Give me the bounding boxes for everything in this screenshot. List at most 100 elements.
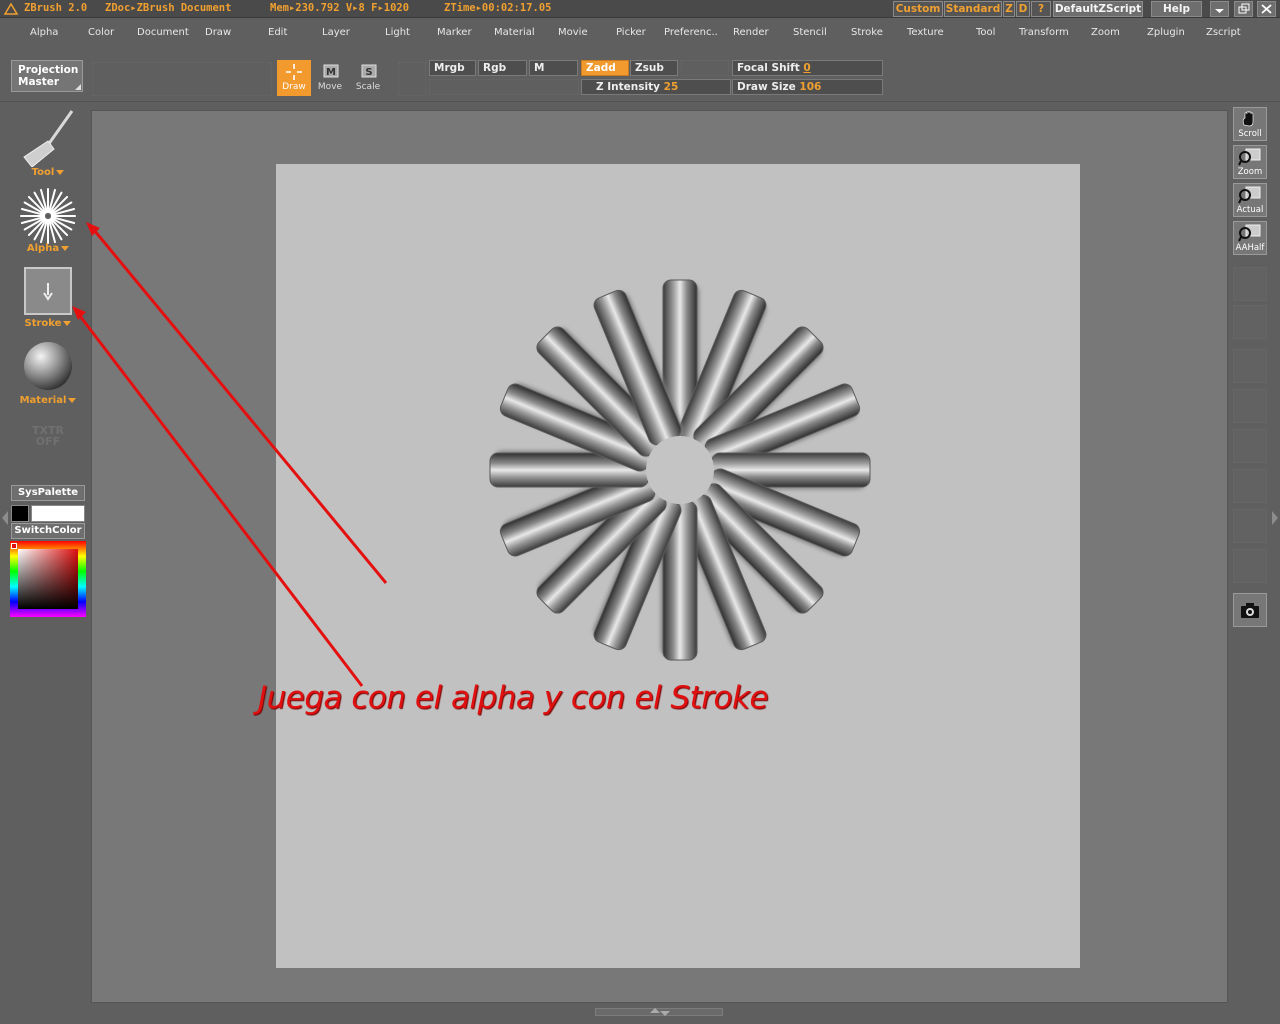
scroll-button[interactable]: Scroll xyxy=(1233,107,1267,141)
menu-item-movie[interactable]: Movie xyxy=(558,27,588,38)
disabled-slot xyxy=(1233,349,1267,383)
focal-shift-label: Focal Shift xyxy=(737,62,800,74)
bottom-tray-handle[interactable] xyxy=(595,1008,723,1016)
menu-item-render[interactable]: Render xyxy=(733,27,769,38)
menu-item-zscript[interactable]: Zscript xyxy=(1206,27,1241,38)
aahalf-button[interactable]: AAHalf xyxy=(1233,221,1267,255)
restore-button[interactable] xyxy=(1234,1,1253,17)
mrgb-button[interactable]: Mrgb xyxy=(429,60,476,76)
syspalette-button[interactable]: SysPalette xyxy=(11,485,85,501)
texture-off-slot[interactable]: TXTR OFF xyxy=(18,425,78,453)
color-picker-marker-icon[interactable] xyxy=(11,543,17,549)
move-button[interactable]: M Move xyxy=(313,60,347,96)
disabled-zcut-slot xyxy=(681,60,729,76)
zsub-button[interactable]: Zsub xyxy=(630,60,678,76)
help-question-button[interactable]: ? xyxy=(1031,1,1051,17)
actual-button[interactable]: Actual xyxy=(1233,183,1267,217)
color-picker[interactable] xyxy=(10,541,86,617)
d-button[interactable]: D xyxy=(1016,1,1030,17)
menu-item-stencil[interactable]: Stencil xyxy=(793,27,827,38)
snapshot-button[interactable] xyxy=(1233,593,1267,627)
draw-button[interactable]: Draw xyxy=(277,60,311,96)
secondary-color-swatch[interactable] xyxy=(31,505,85,522)
scale-button[interactable]: S Scale xyxy=(351,60,385,96)
draw-size-label: Draw Size xyxy=(737,81,796,93)
menu-item-layer[interactable]: Layer xyxy=(322,27,350,38)
projection-master-button[interactable]: Projection Master xyxy=(11,60,83,92)
scale-icon: S xyxy=(361,64,377,78)
menu-item-tool[interactable]: Tool xyxy=(976,27,995,38)
draw-size-slider[interactable]: Draw Size 106 xyxy=(732,79,883,95)
zoom-icon xyxy=(1238,148,1261,166)
collapse-left-arrow-icon[interactable] xyxy=(0,503,9,533)
menu-item-edit[interactable]: Edit xyxy=(268,27,287,38)
document-canvas[interactable] xyxy=(276,164,1080,968)
menu-item-stroke[interactable]: Stroke xyxy=(851,27,883,38)
menu-item-light[interactable]: Light xyxy=(385,27,410,38)
disabled-slot xyxy=(1233,305,1267,339)
zbrush-logo-icon xyxy=(3,2,19,15)
menu-item-alpha[interactable]: Alpha xyxy=(30,27,58,38)
ztime-readout: ZTime▸00:02:17.05 xyxy=(444,2,552,14)
menu-item-zoom[interactable]: Zoom xyxy=(1091,27,1120,38)
menu-item-preferenc[interactable]: Preferenc.. xyxy=(664,27,718,38)
collapse-right-arrow-icon[interactable] xyxy=(1271,503,1280,533)
scroll-label: Scroll xyxy=(1238,129,1262,139)
menu-item-material[interactable]: Material xyxy=(494,27,535,38)
menu-item-draw[interactable]: Draw xyxy=(205,27,231,38)
zoom-button[interactable]: Zoom xyxy=(1233,145,1267,179)
menu-item-texture[interactable]: Texture xyxy=(907,27,944,38)
disabled-rgb-intensity-slot xyxy=(429,79,579,95)
material-button[interactable] xyxy=(23,341,73,391)
title-bar: ZBrush 2.0 ZDoc▸ZBrush Document Mem▸230.… xyxy=(0,0,1280,18)
menu-item-picker[interactable]: Picker xyxy=(616,27,646,38)
menu-item-marker[interactable]: Marker xyxy=(437,27,472,38)
rgb-button[interactable]: Rgb xyxy=(478,60,527,76)
disabled-rotate-slot xyxy=(398,62,426,96)
stroke-label[interactable]: Stroke xyxy=(0,318,96,329)
alpha-button[interactable] xyxy=(17,187,79,245)
minimize-button[interactable] xyxy=(1210,1,1229,17)
zadd-button[interactable]: Zadd xyxy=(581,60,629,76)
disabled-slot xyxy=(1233,389,1267,423)
z-intensity-value: 25 xyxy=(663,81,679,93)
m-button[interactable]: M xyxy=(529,60,578,76)
z-intensity-slider[interactable]: Z Intensity 25 xyxy=(581,79,731,95)
menu-item-transform[interactable]: Transform xyxy=(1019,27,1069,38)
close-icon xyxy=(1261,4,1272,14)
right-shelf: Scroll Zoom Actual AAHalf xyxy=(1229,103,1280,1024)
switchcolor-button[interactable]: SwitchColor xyxy=(11,523,85,539)
minimize-icon xyxy=(1215,9,1224,13)
color-picker-square[interactable] xyxy=(18,549,78,609)
close-button[interactable] xyxy=(1257,1,1276,17)
dropdown-arrow-icon xyxy=(63,320,72,326)
svg-text:M: M xyxy=(326,67,336,78)
z-button[interactable]: Z xyxy=(1003,1,1015,17)
draw-label: Draw xyxy=(282,82,306,92)
custom-button[interactable]: Custom xyxy=(893,1,943,17)
camera-icon xyxy=(1241,603,1259,618)
app-name: ZBrush 2.0 xyxy=(24,2,88,14)
projection-master-label-2: Master xyxy=(18,76,60,88)
tool-label[interactable]: Tool xyxy=(0,167,96,178)
material-label[interactable]: Material xyxy=(0,395,96,406)
menu-item-color[interactable]: Color xyxy=(88,27,114,38)
standard-button[interactable]: Standard xyxy=(944,1,1002,17)
disabled-slot xyxy=(1233,469,1267,503)
memory-readout: Mem▸230.792 V▸8 F▸1020 xyxy=(270,2,410,14)
menu-item-zplugin[interactable]: Zplugin xyxy=(1147,27,1185,38)
dropdown-arrow-icon xyxy=(61,245,70,251)
actual-size-icon xyxy=(1238,186,1261,204)
stroke-button[interactable] xyxy=(24,267,72,315)
focal-shift-slider[interactable]: Focal Shift 0 xyxy=(732,60,883,76)
help-button[interactable]: Help xyxy=(1151,1,1202,17)
alpha-label[interactable]: Alpha xyxy=(0,243,96,254)
tool-button[interactable] xyxy=(18,107,76,168)
primary-color-swatch[interactable] xyxy=(11,505,29,522)
move-label: Move xyxy=(317,82,343,92)
zscript-button[interactable]: DefaultZScript xyxy=(1053,1,1143,17)
tool-label-text: Tool xyxy=(31,167,55,178)
alpha-label-text: Alpha xyxy=(26,243,60,254)
menu-item-document[interactable]: Document xyxy=(137,27,189,38)
scale-label: Scale xyxy=(355,82,381,92)
